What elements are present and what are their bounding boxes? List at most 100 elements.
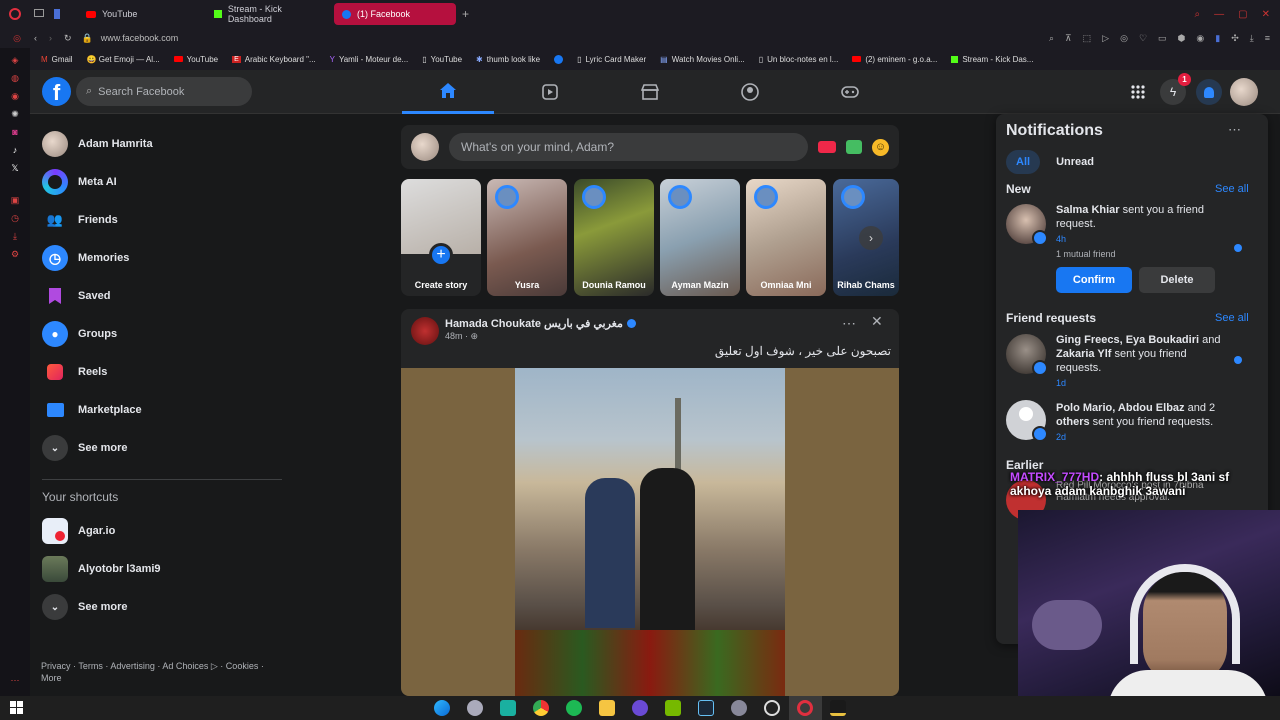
bookmark-arabic-keyboard[interactable]: E Arabic Keyboard "... bbox=[225, 55, 323, 64]
history-icon[interactable]: ◷ bbox=[9, 212, 21, 224]
nav-friends[interactable]: 👥 Friends bbox=[30, 201, 290, 239]
taskbar-app-3[interactable] bbox=[492, 696, 525, 720]
taskbar-app-13[interactable] bbox=[822, 696, 855, 720]
post-close-button[interactable]: ✕ bbox=[871, 313, 883, 330]
url-field[interactable]: www.facebook.com bbox=[101, 33, 179, 43]
bookmark-emoji[interactable]: 😀 Get Emoji — Al... bbox=[80, 55, 167, 64]
tab-all[interactable]: All bbox=[1006, 150, 1041, 174]
live-video-icon[interactable] bbox=[818, 141, 836, 153]
notifications-button[interactable] bbox=[1196, 79, 1222, 105]
nav-marketplace[interactable]: Marketplace bbox=[30, 391, 290, 429]
taskbar-app-7[interactable] bbox=[624, 696, 657, 720]
shortcut-agario[interactable]: Agar.io bbox=[30, 512, 290, 550]
notification-item[interactable]: Ging Freecs, Eya Boukadiri and Zakaria Y… bbox=[1006, 332, 1258, 392]
settings-icon[interactable]: ⚙ bbox=[9, 248, 21, 260]
bookmark-youtube-2[interactable]: ▯ YouTube bbox=[415, 55, 469, 64]
post-more-button[interactable]: ⋯ bbox=[842, 315, 856, 332]
story-yusra[interactable]: Yusra bbox=[487, 179, 567, 296]
footer-links[interactable]: Privacy · Terms · Advertising · Ad Choic… bbox=[41, 660, 291, 684]
messenger-icon[interactable]: ◍ bbox=[9, 72, 21, 84]
bookmark-youtube[interactable]: YouTube bbox=[167, 55, 225, 64]
post-author-avatar[interactable] bbox=[411, 317, 439, 345]
taskbar-edge[interactable] bbox=[426, 696, 459, 720]
story-omniaa[interactable]: Omniaa Mni bbox=[746, 179, 826, 296]
create-story[interactable]: + Create story bbox=[401, 179, 481, 296]
nav-groups[interactable]: ● Groups bbox=[30, 315, 290, 353]
taskbar-obs[interactable] bbox=[756, 696, 789, 720]
tab-unread[interactable]: Unread bbox=[1046, 150, 1104, 174]
bookmark-thumb[interactable]: ✱ thumb look like bbox=[469, 55, 547, 64]
nav-gaming[interactable] bbox=[804, 70, 896, 114]
tab-facebook[interactable]: (1) Facebook bbox=[334, 3, 456, 25]
taskbar-nvidia[interactable] bbox=[657, 696, 690, 720]
opera-logo-icon[interactable] bbox=[0, 8, 30, 20]
story-dounia[interactable]: Dounia Ramou bbox=[574, 179, 654, 296]
composer-input[interactable]: What's on your mind, Adam? bbox=[449, 133, 808, 161]
taskbar-chrome[interactable] bbox=[525, 696, 558, 720]
post-time[interactable]: 48m · ⊕ bbox=[445, 331, 478, 342]
bookmark-kick[interactable]: Stream - Kick Das... bbox=[944, 55, 1040, 64]
window-controls[interactable]: ⌕ — ▢ ✕ bbox=[1195, 9, 1280, 20]
camera-icon[interactable]: ◎ bbox=[1120, 33, 1128, 44]
pinboard-icon[interactable]: ▣ bbox=[9, 194, 21, 206]
bookmark-yamli[interactable]: Y Yamli - Moteur de... bbox=[323, 55, 416, 64]
bookmark-facebook[interactable] bbox=[547, 54, 570, 64]
close-icon[interactable]: ✕ bbox=[1262, 9, 1270, 20]
back-icon[interactable]: ‹ bbox=[34, 33, 37, 43]
download-icon[interactable]: ⤓ bbox=[1250, 33, 1254, 44]
minimize-icon[interactable]: — bbox=[1214, 9, 1224, 20]
heart-icon[interactable]: ♡ bbox=[1139, 33, 1147, 44]
taskbar-spotify[interactable] bbox=[558, 696, 591, 720]
menu-icon[interactable]: ≡ bbox=[1265, 33, 1270, 44]
taskbar-steam[interactable] bbox=[690, 696, 723, 720]
chatgpt-icon[interactable]: ✺ bbox=[9, 108, 21, 120]
photo-icon[interactable] bbox=[846, 140, 862, 154]
play-icon[interactable]: ▷ bbox=[1102, 33, 1109, 44]
forward-icon[interactable]: › bbox=[49, 33, 52, 43]
nav-meta-ai[interactable]: Meta AI bbox=[30, 163, 290, 201]
nav-see-more[interactable]: ⌄ See more bbox=[30, 429, 290, 467]
start-icon[interactable] bbox=[10, 701, 23, 714]
nav-saved[interactable]: Saved bbox=[30, 277, 290, 315]
battery-icon[interactable]: ▮ bbox=[1215, 33, 1220, 44]
search-icon[interactable]: ⌕ bbox=[1195, 9, 1201, 20]
tab-youtube[interactable]: YouTube bbox=[78, 3, 206, 25]
taskbar-app-10[interactable] bbox=[723, 696, 756, 720]
reload-icon[interactable]: ↻ bbox=[64, 33, 72, 44]
nav-profile[interactable]: Adam Hamrita bbox=[30, 125, 290, 163]
confirm-button[interactable]: Confirm bbox=[1056, 267, 1132, 293]
bulb-icon[interactable]: ◉ bbox=[1196, 33, 1204, 44]
nav-groups[interactable] bbox=[704, 70, 796, 114]
taskbar-opera[interactable] bbox=[788, 696, 822, 720]
instagram-icon[interactable]: ◙ bbox=[9, 126, 21, 138]
zoom-icon[interactable]: ⌕ bbox=[1049, 33, 1054, 44]
menu-button[interactable] bbox=[1125, 79, 1151, 105]
stories-next-button[interactable]: › bbox=[859, 226, 883, 250]
capture-icon[interactable]: ⬚ bbox=[1083, 33, 1092, 44]
story-ayman[interactable]: Ayman Mazin bbox=[660, 179, 740, 296]
notification-item[interactable]: Salma Khiar sent you a friend request. 4… bbox=[1006, 202, 1258, 293]
nav-reels[interactable]: Reels bbox=[30, 353, 290, 391]
bookmark-lyric[interactable]: ▯ Lyric Card Maker bbox=[570, 55, 653, 64]
nav-video[interactable] bbox=[504, 70, 596, 114]
feeling-icon[interactable]: ☺ bbox=[872, 138, 889, 156]
nav-memories[interactable]: ◷ Memories bbox=[30, 239, 290, 277]
account-avatar[interactable] bbox=[1230, 78, 1258, 106]
whatsapp-icon[interactable]: ◉ bbox=[9, 90, 21, 102]
wallet-icon[interactable]: ▭ bbox=[1158, 33, 1167, 44]
taskbar-explorer[interactable] bbox=[591, 696, 624, 720]
bookmark-notepad[interactable]: ▯ Un bloc-notes en l... bbox=[752, 55, 846, 64]
nav-home[interactable] bbox=[402, 70, 494, 114]
search-input[interactable]: Search Facebook bbox=[98, 86, 184, 98]
aria-icon[interactable]: ◈ bbox=[9, 54, 21, 66]
bookmark-eminem[interactable]: (2) eminem - g.o.a... bbox=[845, 55, 944, 64]
tiktok-icon[interactable]: ♪ bbox=[9, 144, 21, 156]
bookmark-gmail[interactable]: M Gmail bbox=[34, 55, 80, 64]
new-tab-button[interactable]: + bbox=[462, 7, 469, 21]
maximize-icon[interactable]: ▢ bbox=[1238, 9, 1247, 20]
delete-button[interactable]: Delete bbox=[1139, 267, 1215, 293]
shortcut-alyotobr[interactable]: Alyotobr l3ami9 bbox=[30, 550, 290, 588]
shortcut-see-more[interactable]: ⌄ See more bbox=[30, 588, 290, 626]
see-all-requests[interactable]: See all bbox=[1215, 312, 1249, 324]
more-icon[interactable]: ⋯ bbox=[9, 674, 21, 686]
